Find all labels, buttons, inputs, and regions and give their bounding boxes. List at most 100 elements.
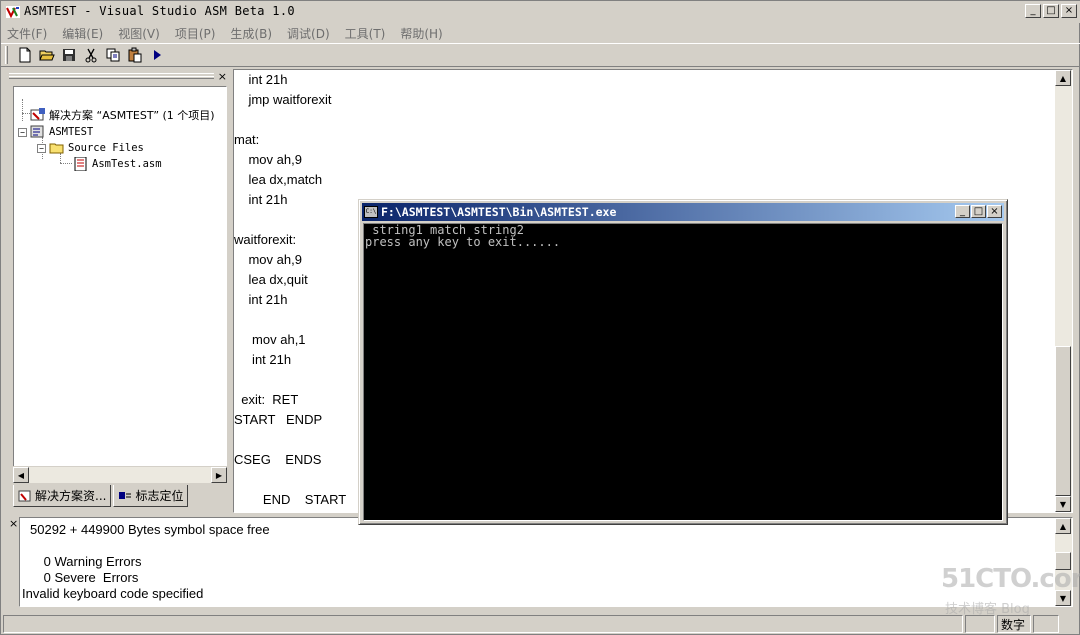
- solution-icon: [18, 490, 31, 501]
- solution-hscrollbar[interactable]: ◀ ▶: [13, 466, 227, 483]
- ide-window: ASMTEST - Visual Studio ASM Beta 1.0 _ □…: [0, 0, 1080, 635]
- new-file-button[interactable]: [14, 45, 36, 65]
- code-line: jmp waitforexit: [234, 92, 332, 107]
- maximize-icon: □: [973, 205, 984, 217]
- status-num-lock: 数字: [997, 615, 1031, 633]
- minimize-icon: _: [1030, 5, 1036, 16]
- toolbar: [1, 43, 1080, 67]
- cut-button[interactable]: [80, 45, 102, 65]
- code-line: int 21h: [234, 352, 292, 367]
- copy-icon: [106, 48, 120, 62]
- close-icon: ×: [1064, 5, 1074, 16]
- console-icon: C:\: [364, 206, 378, 218]
- menu-help[interactable]: 帮助(H): [400, 25, 442, 42]
- tab-symbol-locator[interactable]: 标志定位: [113, 485, 189, 507]
- code-line: CSEG ENDS: [234, 452, 322, 467]
- save-icon: [63, 49, 75, 61]
- console-screen[interactable]: string1 match string2 press any key to e…: [363, 223, 1003, 521]
- output-panel: × 50292 + 449900 Bytes symbol space free…: [7, 515, 1073, 611]
- arrow-left-icon: ◀: [17, 470, 25, 480]
- code-line: lea dx,match: [234, 172, 323, 187]
- tree-line: [22, 99, 23, 121]
- console-line: press any key to exit......: [365, 235, 561, 249]
- status-bar: 数字: [1, 613, 1080, 635]
- arrow-right-icon: ▶: [215, 470, 223, 480]
- scroll-up-button[interactable]: ▲: [1055, 70, 1071, 86]
- output-close-icon[interactable]: ×: [9, 517, 18, 530]
- menu-debug[interactable]: 调试(D): [287, 25, 330, 42]
- close-button[interactable]: ×: [1061, 4, 1077, 18]
- paste-button[interactable]: [124, 45, 146, 65]
- scroll-down-button[interactable]: ▼: [1055, 496, 1071, 512]
- editor-vscrollbar[interactable]: ▲ ▼: [1055, 70, 1072, 512]
- output-text[interactable]: 50292 + 449900 Bytes symbol space free 0…: [19, 517, 1073, 607]
- menu-edit[interactable]: 编辑(E): [62, 25, 103, 42]
- output-line: Invalid keyboard code specified: [22, 586, 204, 601]
- status-cell: [965, 615, 995, 633]
- app-icon: [6, 6, 20, 19]
- paste-icon: [128, 47, 142, 63]
- status-message: [3, 615, 963, 633]
- tree-item-folder[interactable]: − Source Files: [37, 140, 144, 156]
- menu-build[interactable]: 生成(B): [230, 25, 272, 42]
- code-line: END START: [234, 492, 347, 507]
- toolbar-grip[interactable]: [5, 46, 8, 64]
- open-folder-icon: [39, 50, 55, 61]
- run-button[interactable]: [146, 45, 168, 65]
- code-line: lea dx,quit: [234, 272, 308, 287]
- collapse-toggle[interactable]: −: [37, 143, 46, 153]
- console-window[interactable]: C:\ F:\ASMTEST\ASMTEST\Bin\ASMTEST.exe _…: [358, 199, 1008, 525]
- window-title: ASMTEST - Visual Studio ASM Beta 1.0: [24, 4, 295, 18]
- code-line: int 21h: [234, 292, 288, 307]
- console-maximize-button[interactable]: □: [971, 205, 986, 218]
- code-line: mov ah,1: [234, 332, 306, 347]
- scroll-right-button[interactable]: ▶: [211, 467, 227, 483]
- menu-view[interactable]: 视图(V): [118, 25, 160, 42]
- menu-file[interactable]: 文件(F): [7, 25, 47, 42]
- code-line: int 21h: [234, 192, 288, 207]
- console-minimize-button[interactable]: _: [955, 205, 970, 218]
- scroll-up-button[interactable]: ▲: [1055, 518, 1071, 534]
- tab-label: 标志定位: [135, 489, 184, 503]
- output-line: 0 Warning Errors: [22, 554, 142, 569]
- arrow-up-icon: ▲: [1059, 73, 1067, 83]
- menu-tools[interactable]: 工具(T): [345, 25, 386, 42]
- output-line: 0 Severe Errors: [22, 570, 139, 585]
- solution-tree: 解决方案 “ASMTEST” (1 个项目) − ASMTEST − Sourc…: [13, 86, 227, 483]
- menu-project[interactable]: 项目(P): [175, 25, 216, 42]
- arrow-up-icon: ▲: [1059, 521, 1067, 531]
- code-line: mat:: [234, 132, 260, 147]
- locator-icon: [119, 491, 132, 499]
- minimize-button[interactable]: _: [1025, 4, 1041, 18]
- console-close-button[interactable]: ×: [987, 205, 1002, 218]
- maximize-button[interactable]: □: [1043, 4, 1059, 18]
- console-title: F:\ASMTEST\ASMTEST\Bin\ASMTEST.exe: [381, 205, 617, 219]
- title-bar[interactable]: ASMTEST - Visual Studio ASM Beta 1.0 _ □…: [1, 1, 1080, 23]
- collapse-toggle[interactable]: −: [18, 127, 27, 137]
- scroll-left-button[interactable]: ◀: [13, 467, 29, 483]
- solution-close-icon[interactable]: ×: [218, 70, 227, 83]
- close-icon: ×: [990, 205, 999, 217]
- watermark-logo: 51CTO.com: [941, 564, 1080, 594]
- tree-item-file[interactable]: AsmTest.asm: [73, 156, 162, 172]
- tree-item-project[interactable]: − ASMTEST: [18, 124, 93, 140]
- panel-grip-lower[interactable]: [9, 76, 214, 79]
- scroll-thumb[interactable]: [1055, 346, 1071, 496]
- console-title-bar[interactable]: C:\ F:\ASMTEST\ASMTEST\Bin\ASMTEST.exe _…: [362, 203, 1004, 221]
- tree-item-solution[interactable]: 解决方案 “ASMTEST” (1 个项目): [30, 107, 215, 123]
- code-line: exit: RET: [234, 392, 299, 407]
- solution-explorer: × 解决方案 “ASMTEST” (1 个项目) − ASMTEST − Sou…: [7, 68, 229, 513]
- explorer-tabs: 解决方案资... 标志定位: [13, 485, 189, 509]
- arrow-down-icon: ▼: [1059, 499, 1067, 509]
- tab-label: 解决方案资...: [35, 489, 107, 503]
- arrow-down-icon: ▼: [1059, 593, 1067, 603]
- save-button[interactable]: [58, 45, 80, 65]
- code-line: START ENDP: [234, 412, 323, 427]
- open-button[interactable]: [36, 45, 58, 65]
- tree-item-label: Source Files: [68, 142, 144, 154]
- scissors-icon: [85, 48, 97, 63]
- copy-button[interactable]: [102, 45, 124, 65]
- tree-item-label: 解决方案 “ASMTEST” (1 个项目): [49, 109, 215, 122]
- tab-solution-explorer[interactable]: 解决方案资...: [13, 485, 112, 507]
- solution-explorer-header: ×: [7, 70, 229, 84]
